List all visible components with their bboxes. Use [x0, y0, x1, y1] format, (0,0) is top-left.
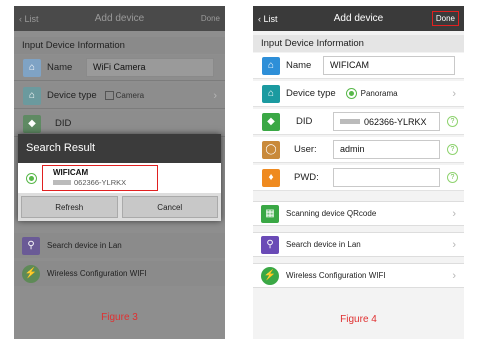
- scan-qr-row[interactable]: ▦ Scanning device QRcode ›: [253, 201, 464, 226]
- figure-4-screen: ‹ List Add device Done Input Device Info…: [253, 6, 464, 339]
- nav-bar: ‹ List Add device Done: [253, 6, 464, 31]
- scan-qr-label: Scanning device QRcode: [286, 209, 377, 218]
- user-label: User:: [294, 144, 317, 155]
- chevron-right-icon: ›: [213, 89, 217, 102]
- did-label: DID: [296, 116, 313, 127]
- pwd-label: PWD:: [294, 172, 319, 183]
- section-header: Input Device Information: [14, 37, 225, 54]
- search-lan-label: Search device in Lan: [286, 240, 361, 249]
- name-label: Name: [47, 62, 73, 73]
- name-field[interactable]: WIFICAM: [323, 56, 455, 75]
- home-icon: ⌂: [262, 84, 280, 103]
- qrcode-icon: ▦: [261, 204, 279, 223]
- back-label: List: [24, 13, 39, 24]
- wireless-config-row[interactable]: ⚡ Wireless Configuration WIFI: [14, 261, 225, 286]
- device-type-value: Camera: [104, 91, 145, 100]
- user-row: ◯ User: admin ?: [253, 137, 464, 163]
- user-field[interactable]: admin: [333, 140, 440, 159]
- done-button[interactable]: Done: [431, 11, 459, 26]
- home-icon: ⌂: [23, 58, 41, 77]
- dialog-buttons: Refresh Cancel: [18, 193, 221, 221]
- figure-caption: Figure 3: [101, 312, 138, 323]
- did-row: ◆ DID 062366-YLRKX ?: [253, 109, 464, 135]
- pwd-field[interactable]: [333, 168, 440, 187]
- wireless-config-label: Wireless Configuration WIFI: [286, 271, 386, 280]
- search-lan-row[interactable]: ⚲ Search device in Lan: [14, 233, 225, 258]
- did-label: DID: [55, 118, 72, 129]
- search-icon: ⚲: [261, 235, 279, 254]
- device-type-label: Device type: [286, 88, 336, 99]
- search-result-dialog: Search Result WIFICAM 062366-YLRKX Refre…: [18, 134, 221, 221]
- pwd-row: ♦ PWD: ?: [253, 165, 464, 191]
- name-label: Name: [286, 60, 312, 71]
- nav-bar: ‹ List Add device Done: [14, 6, 225, 31]
- chevron-right-icon: ›: [452, 269, 456, 282]
- device-result-item[interactable]: WIFICAM 062366-YLRKX: [18, 163, 221, 193]
- nav-title: Add device: [94, 13, 145, 24]
- figure-3-screen: ‹ List Add device Done Input Device Info…: [14, 6, 225, 339]
- radio-selected-icon: [345, 88, 357, 99]
- device-type-value: Panorama: [345, 88, 398, 99]
- user-icon: ◯: [262, 140, 280, 159]
- refresh-button[interactable]: Refresh: [21, 196, 118, 218]
- back-button[interactable]: ‹ List: [19, 14, 39, 24]
- highlight-box: [42, 165, 158, 191]
- back-label: List: [263, 13, 278, 24]
- help-icon[interactable]: ?: [447, 172, 458, 183]
- device-type-label: Device type: [47, 90, 97, 101]
- device-type-text: Panorama: [360, 89, 398, 98]
- chevron-right-icon: ›: [452, 87, 456, 100]
- name-row: ⌂ Name WiFi Camera: [14, 55, 225, 81]
- done-button[interactable]: Done: [201, 14, 220, 23]
- search-lan-label: Search device in Lan: [47, 241, 122, 250]
- radio-selected-icon: [26, 172, 37, 184]
- wireless-config-row[interactable]: ⚡ Wireless Configuration WIFI ›: [253, 263, 464, 288]
- section-header: Input Device Information: [253, 35, 464, 52]
- help-icon[interactable]: ?: [447, 144, 458, 155]
- dialog-title: Search Result: [18, 134, 221, 163]
- did-field[interactable]: 062366-YLRKX: [333, 112, 440, 131]
- chevron-right-icon: ›: [452, 207, 456, 220]
- layers-icon: ◆: [23, 114, 41, 133]
- did-value: 062366-YLRKX: [364, 116, 427, 127]
- search-lan-row[interactable]: ⚲ Search device in Lan ›: [253, 232, 464, 257]
- wifi-config-icon: ⚡: [22, 264, 40, 283]
- chevron-right-icon: ›: [452, 238, 456, 251]
- figure-caption: Figure 4: [340, 314, 377, 325]
- home-icon: ⌂: [23, 86, 41, 105]
- help-icon[interactable]: ?: [447, 116, 458, 127]
- back-button[interactable]: ‹ List: [258, 14, 278, 24]
- checkbox-icon: [104, 91, 114, 100]
- wifi-config-icon: ⚡: [261, 266, 279, 285]
- home-icon: ⌂: [262, 56, 280, 75]
- name-field[interactable]: WiFi Camera: [86, 58, 214, 77]
- name-row: ⌂ Name WIFICAM: [253, 53, 464, 79]
- layers-icon: ◆: [262, 112, 280, 131]
- blurred-prefix: [340, 119, 360, 124]
- device-type-row[interactable]: ⌂ Device type Camera ›: [14, 83, 225, 109]
- wireless-config-label: Wireless Configuration WIFI: [47, 269, 147, 278]
- search-icon: ⚲: [22, 236, 40, 255]
- lock-icon: ♦: [262, 168, 280, 187]
- device-type-row[interactable]: ⌂ Device type Panorama ›: [253, 81, 464, 107]
- device-type-text: Camera: [115, 91, 145, 100]
- cancel-button[interactable]: Cancel: [121, 196, 218, 218]
